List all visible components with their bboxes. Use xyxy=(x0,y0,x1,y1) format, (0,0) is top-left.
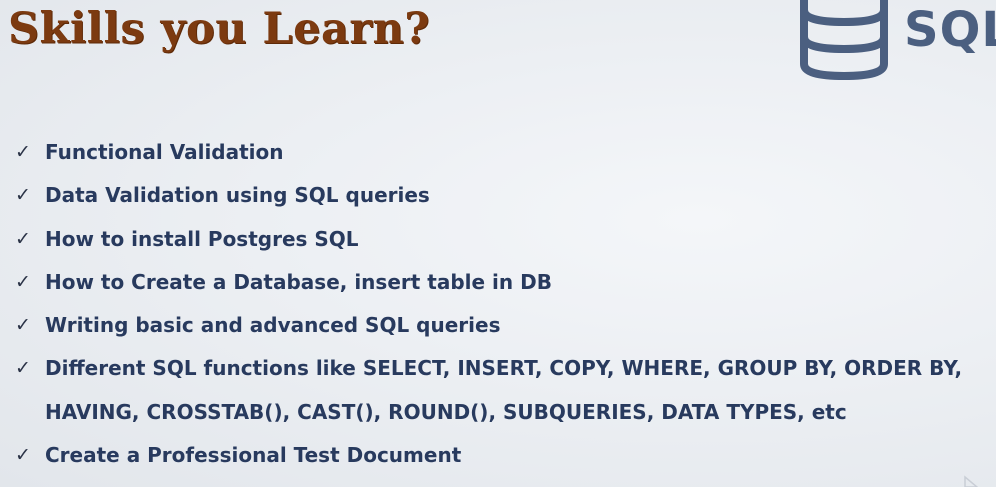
check-icon: ✓ xyxy=(15,357,31,380)
skill-item-install-postgres: ✓ How to install Postgres SQL xyxy=(10,218,990,261)
skill-item-test-document: ✓ Create a Professional Test Document xyxy=(10,434,990,477)
skill-item-create-database: ✓ How to Create a Database, insert table… xyxy=(10,261,990,304)
skill-item-sql-functions-continued: HAVING, CROSSTAB(), CAST(), ROUND(), SUB… xyxy=(10,391,990,434)
slide-title: Skills you Learn? xyxy=(8,4,430,54)
skill-item-label: How to install Postgres SQL xyxy=(45,226,359,251)
skill-item-label: HAVING, CROSSTAB(), CAST(), ROUND(), SUB… xyxy=(45,399,847,424)
skill-item-functional-validation: ✓ Functional Validation xyxy=(10,131,990,174)
skill-item-label: Functional Validation xyxy=(45,140,284,164)
check-icon: ✓ xyxy=(15,314,31,337)
skill-item-label: Data Validation using SQL queries xyxy=(45,183,430,208)
play-icon xyxy=(964,475,979,487)
check-icon: ✓ xyxy=(15,227,31,250)
skills-list: ✓ Functional Validation ✓ Data Validatio… xyxy=(10,131,990,477)
check-icon: ✓ xyxy=(15,141,31,163)
sql-logo-text: SQL xyxy=(904,2,996,58)
skill-item-label: Writing basic and advanced SQL queries xyxy=(45,313,501,338)
check-icon: ✓ xyxy=(15,184,31,207)
skill-item-sql-functions: ✓ Different SQL functions like SELECT, I… xyxy=(10,347,990,390)
database-icon xyxy=(800,0,888,81)
skill-item-label: How to Create a Database, insert table i… xyxy=(45,269,552,294)
skill-item-label: Different SQL functions like SELECT, INS… xyxy=(45,356,963,381)
slide: Skills you Learn? SQL ✓ Functional Valid… xyxy=(0,0,996,487)
skill-item-label: Create a Professional Test Document xyxy=(45,443,462,468)
skill-item-writing-queries: ✓ Writing basic and advanced SQL queries xyxy=(10,304,990,347)
check-icon: ✓ xyxy=(15,270,31,293)
sql-logo: SQL xyxy=(796,0,996,86)
check-icon: ✓ xyxy=(15,444,31,467)
skill-item-data-validation: ✓ Data Validation using SQL queries xyxy=(10,174,990,217)
